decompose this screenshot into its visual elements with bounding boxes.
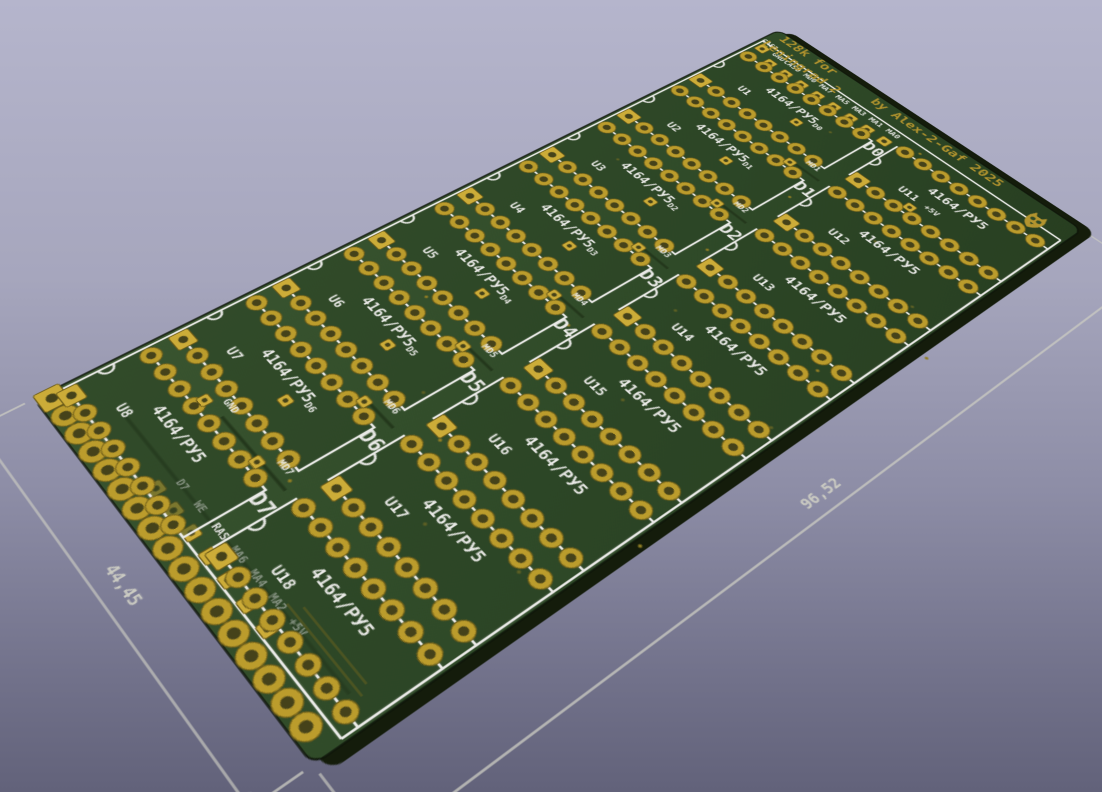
pcb-board-svg: 44,4596,52D7WERASMA6MA4MA2+5VGNDCAS0MD0M… [0,0,1102,792]
dimension-length-label: 96,52 [797,475,846,513]
dimension-width-label: 44,45 [99,561,146,610]
pcb-board-3d: 44,4596,52D7WERASMA6MA4MA2+5VGNDCAS0MD0M… [34,30,1082,765]
pcb-3d-viewport[interactable]: 44,4596,52D7WERASMA6MA4MA2+5VGNDCAS0MD0M… [0,0,1102,792]
